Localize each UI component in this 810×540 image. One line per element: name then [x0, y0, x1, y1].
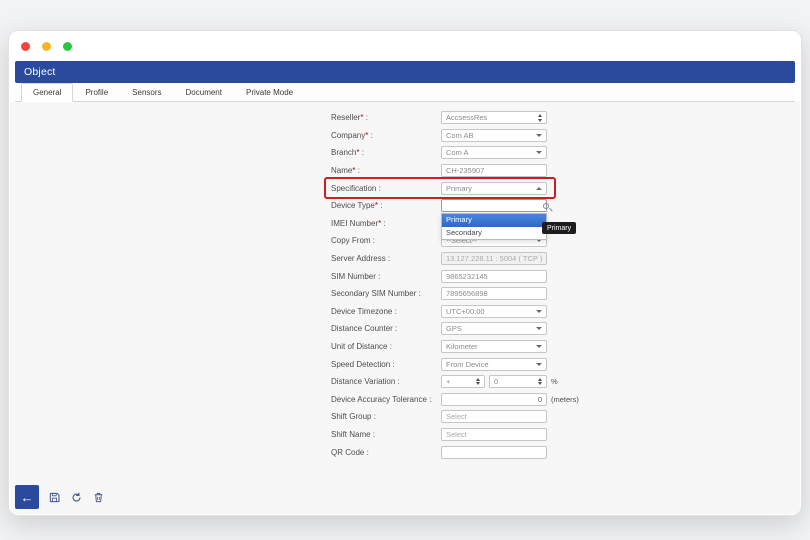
- form-row-shift-group: Shift Group :: [331, 408, 579, 426]
- tab-document[interactable]: Document: [174, 83, 234, 101]
- form-row-speed-detection: Speed Detection : From Device: [331, 355, 579, 373]
- tab-profile[interactable]: Profile: [73, 83, 120, 101]
- back-arrow-icon: ←: [21, 490, 34, 505]
- form-row-shift-name: Shift Name :: [331, 426, 579, 444]
- chevron-up-icon: [536, 187, 542, 190]
- meters-suffix: (meters): [551, 395, 579, 404]
- chevron-down-icon: [536, 151, 542, 154]
- back-button[interactable]: ←: [15, 485, 39, 509]
- tab-sensors[interactable]: Sensors: [120, 83, 173, 101]
- save-button[interactable]: [48, 491, 61, 504]
- form-row-specification: Specification : Primary: [331, 179, 579, 197]
- form-row-server-address: Server Address :: [331, 250, 579, 268]
- delete-button[interactable]: [92, 491, 105, 504]
- distance-variation-label: Distance Variation: [331, 377, 395, 386]
- distance-variation-value-stepper[interactable]: 0: [489, 375, 547, 388]
- tab-private-mode[interactable]: Private Mode: [234, 83, 305, 101]
- branch-select[interactable]: Com A: [441, 146, 547, 159]
- dropdown-search-box[interactable]: [441, 199, 547, 212]
- chevron-down-icon: [536, 327, 542, 330]
- unit-of-distance-label: Unit of Distance: [331, 342, 387, 351]
- chevron-down-icon: [536, 134, 542, 137]
- copy-from-label: Copy From: [331, 236, 371, 245]
- distance-variation-sign-select[interactable]: +: [441, 375, 485, 388]
- form-row-qr-code: QR Code :: [331, 443, 579, 461]
- tab-bar: General Profile Sensors Document Private…: [15, 83, 795, 102]
- secondary-sim-label: Secondary SIM Number: [331, 289, 416, 298]
- dropdown-search-input[interactable]: [446, 201, 543, 211]
- page-title: Object: [24, 66, 56, 78]
- reseller-select[interactable]: AccsessRes: [441, 111, 547, 124]
- server-address-input: [441, 252, 547, 265]
- speed-detection-label: Speed Detection: [331, 360, 390, 369]
- form-row-secondary-sim: Secondary SIM Number :: [331, 285, 579, 303]
- chevron-down-icon: [536, 363, 542, 366]
- distance-counter-select[interactable]: GPS: [441, 322, 547, 335]
- percent-suffix: %: [551, 377, 558, 386]
- refresh-icon: [71, 492, 82, 503]
- device-type-label: Device Type: [331, 201, 375, 210]
- minimize-button[interactable]: [42, 42, 51, 51]
- tab-general[interactable]: General: [21, 83, 73, 102]
- updown-caret-icon: [538, 378, 542, 386]
- zoom-button[interactable]: [63, 42, 72, 51]
- device-timezone-select[interactable]: UTC+00:00: [441, 305, 547, 318]
- primary-tooltip: Primary: [542, 222, 576, 234]
- speed-detection-select[interactable]: From Device: [441, 358, 547, 371]
- form-row-distance-variation: Distance Variation : + 0 %: [331, 373, 579, 391]
- form-row-device-timezone: Device Timezone : UTC+00:00: [331, 303, 579, 321]
- reseller-label: Reseller: [331, 113, 360, 122]
- device-timezone-label: Device Timezone: [331, 307, 392, 316]
- form-row-branch: Branch* : Com A: [331, 144, 579, 162]
- updown-caret-icon: [476, 378, 480, 386]
- form-row-sim-number: SIM Number :: [331, 267, 579, 285]
- form-row-unit-of-distance: Unit of Distance : Kilometer: [331, 338, 579, 356]
- unit-of-distance-select[interactable]: Kilometer: [441, 340, 547, 353]
- app-window: Object General Profile Sensors Document …: [8, 30, 802, 516]
- form-row-distance-counter: Distance Counter : GPS: [331, 320, 579, 338]
- close-button[interactable]: [21, 42, 30, 51]
- shift-name-input[interactable]: [441, 428, 547, 441]
- page-header: Object: [15, 61, 795, 83]
- sim-number-label: SIM Number: [331, 272, 376, 281]
- specification-label: Specification: [331, 184, 376, 193]
- refresh-button[interactable]: [70, 491, 83, 504]
- trash-icon: [93, 492, 104, 503]
- chevron-down-icon: [536, 310, 542, 313]
- name-input[interactable]: [441, 164, 547, 177]
- bottom-toolbar: ←: [15, 485, 105, 509]
- window-titlebar: [9, 31, 801, 61]
- server-address-label: Server Address: [331, 254, 386, 263]
- shift-name-label: Shift Name: [331, 430, 371, 439]
- company-select[interactable]: Com AB: [441, 129, 547, 142]
- device-accuracy-label: Device Accuracy Tolerance: [331, 395, 427, 404]
- dropdown-option-secondary[interactable]: Secondary: [442, 227, 546, 240]
- form-row-name: Name* :: [331, 162, 579, 180]
- secondary-sim-input[interactable]: [441, 287, 547, 300]
- qr-code-input[interactable]: [441, 446, 547, 459]
- form-row-device-accuracy: Device Accuracy Tolerance : (meters): [331, 391, 579, 409]
- branch-label: Branch: [331, 148, 356, 157]
- shift-group-input[interactable]: [441, 410, 547, 423]
- imei-label: IMEI Number: [331, 219, 378, 228]
- dropdown-option-list: Primary Secondary: [441, 213, 547, 240]
- device-accuracy-input[interactable]: [441, 393, 547, 406]
- distance-counter-label: Distance Counter: [331, 324, 393, 333]
- shift-group-label: Shift Group: [331, 412, 371, 421]
- company-label: Company: [331, 131, 365, 140]
- dropdown-option-primary[interactable]: Primary: [442, 214, 546, 227]
- updown-caret-icon: [538, 114, 542, 122]
- object-form: Reseller* : AccsessRes Company* : Com AB…: [331, 109, 579, 461]
- name-label: Name: [331, 166, 352, 175]
- sim-number-input[interactable]: [441, 270, 547, 283]
- form-row-company: Company* : Com AB: [331, 127, 579, 145]
- save-icon: [49, 492, 60, 503]
- chevron-down-icon: [536, 345, 542, 348]
- qr-code-label: QR Code: [331, 448, 364, 457]
- search-icon: [543, 203, 549, 209]
- specification-dropdown: Primary Secondary: [441, 199, 547, 240]
- form-row-reseller: Reseller* : AccsessRes: [331, 109, 579, 127]
- specification-select[interactable]: Primary: [441, 182, 547, 195]
